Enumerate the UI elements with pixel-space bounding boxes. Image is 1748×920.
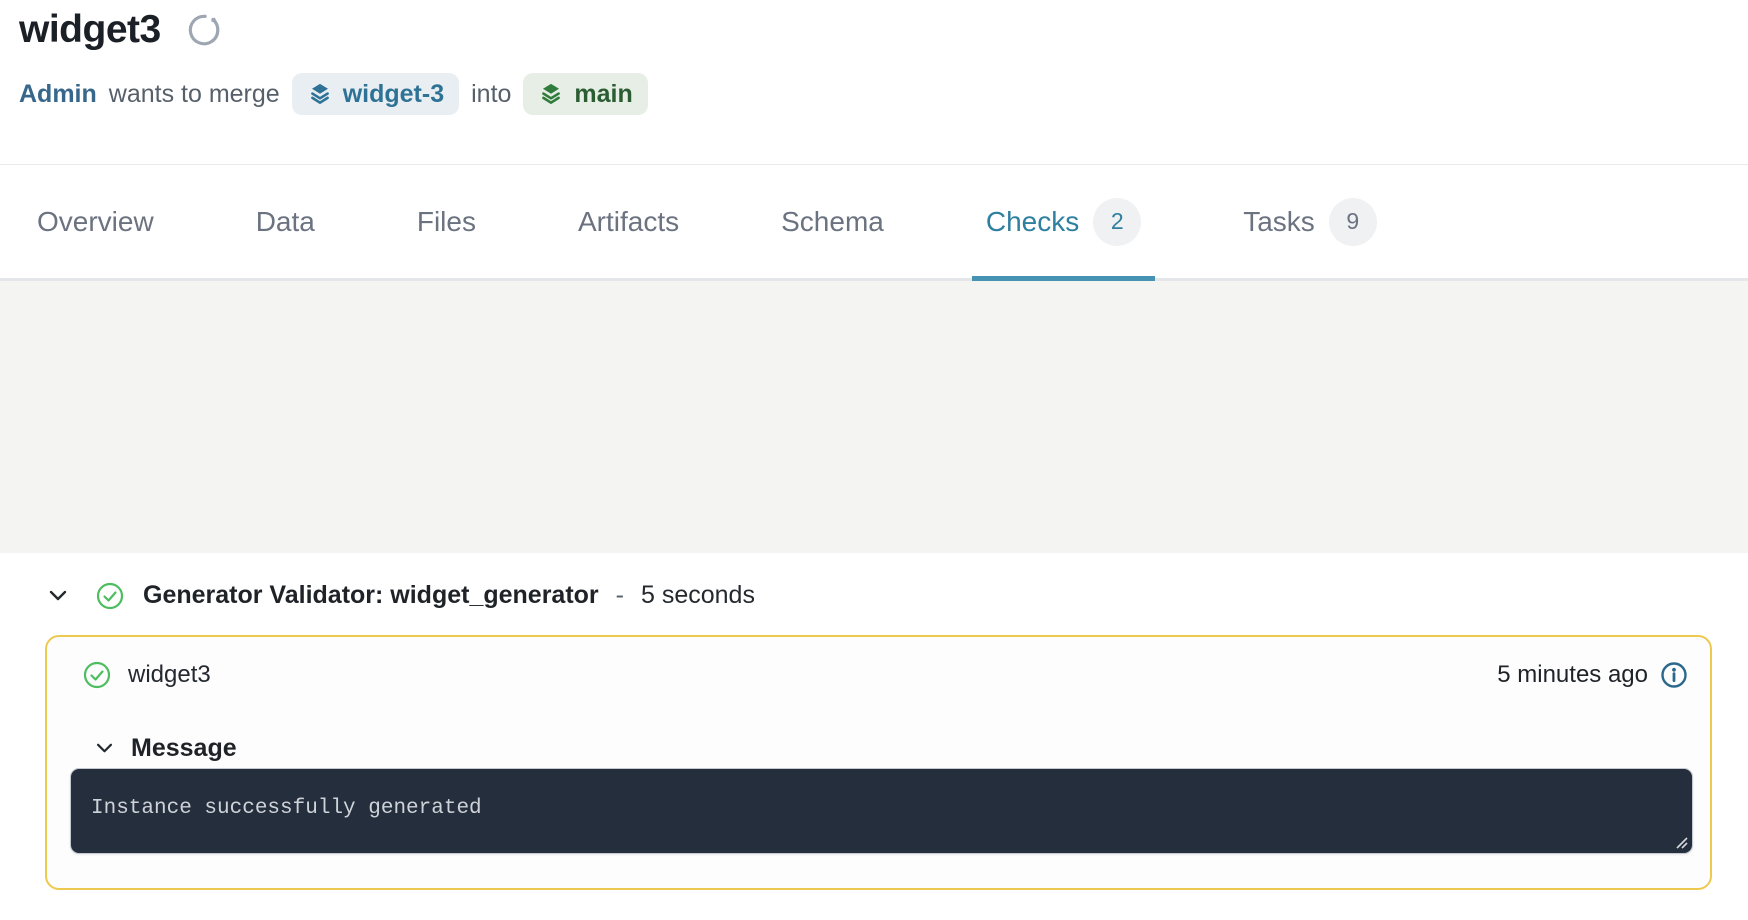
checks-count-badge: 2: [1093, 198, 1141, 246]
refresh-icon: [185, 11, 223, 49]
merge-into-text: into: [471, 80, 511, 109]
target-branch-name: main: [574, 80, 632, 109]
result-instance-name: widget3: [128, 661, 211, 689]
result-status: widget3: [83, 661, 211, 689]
message-label: Message: [131, 734, 237, 763]
tab-artifacts[interactable]: Artifacts: [578, 165, 679, 278]
pull-request-page: widget3 Admin wants to merge widget-3 in…: [0, 0, 1748, 920]
page-title: widget3: [19, 8, 161, 52]
check-circle-icon: [96, 582, 124, 610]
check-row-generator-validator[interactable]: Generator Validator: widget_generator - …: [48, 581, 755, 610]
result-meta: 5 minutes ago: [1497, 661, 1688, 689]
checks-panel: Generator Validator: widget_generator - …: [8, 553, 1748, 920]
layers-icon: [538, 81, 564, 107]
source-branch-name: widget-3: [343, 80, 444, 109]
tab-label: Files: [417, 206, 476, 238]
chevron-down-icon: [95, 743, 114, 754]
target-branch-badge[interactable]: main: [523, 73, 647, 115]
pr-header: widget3: [19, 8, 223, 52]
check-result-card: widget3 5 minutes ago: [45, 635, 1712, 890]
chevron-down-icon[interactable]: [48, 590, 68, 602]
tab-bar: Overview Data Files Artifacts Schema Che…: [0, 164, 1748, 281]
tab-overview[interactable]: Overview: [37, 165, 154, 278]
refresh-button[interactable]: [185, 11, 223, 49]
tab-schema[interactable]: Schema: [781, 165, 884, 278]
info-icon: [1660, 661, 1688, 689]
check-title: Generator Validator: widget_generator: [143, 581, 599, 610]
tab-tasks[interactable]: Tasks 9: [1243, 165, 1377, 278]
result-header: widget3 5 minutes ago: [83, 661, 1688, 689]
tab-label: Checks: [986, 206, 1079, 238]
check-duration: 5 seconds: [641, 581, 755, 610]
merge-summary: Admin wants to merge widget-3 into main: [19, 72, 648, 116]
check-separator: -: [616, 581, 624, 610]
tab-files[interactable]: Files: [417, 165, 476, 278]
result-timestamp: 5 minutes ago: [1497, 661, 1648, 689]
tab-label: Artifacts: [578, 206, 679, 238]
tab-label: Tasks: [1243, 206, 1315, 238]
source-branch-badge[interactable]: widget-3: [292, 73, 459, 115]
checks-summary-section: Retry all Artifact Data Generator: [0, 281, 1748, 553]
tab-label: Data: [256, 206, 315, 238]
tasks-count-badge: 9: [1329, 198, 1377, 246]
layers-icon: [307, 81, 333, 107]
tab-label: Schema: [781, 206, 884, 238]
message-output-wrap: Instance successfully generated: [70, 768, 1693, 854]
info-button[interactable]: [1660, 661, 1688, 689]
tab-data[interactable]: Data: [256, 165, 315, 278]
tab-checks[interactable]: Checks 2: [986, 165, 1141, 278]
merge-action-text: wants to merge: [109, 80, 280, 109]
message-output[interactable]: Instance successfully generated: [70, 768, 1693, 854]
check-circle-icon: [83, 661, 111, 689]
message-toggle[interactable]: Message: [95, 734, 237, 763]
author-link[interactable]: Admin: [19, 80, 97, 109]
tab-label: Overview: [37, 206, 154, 238]
